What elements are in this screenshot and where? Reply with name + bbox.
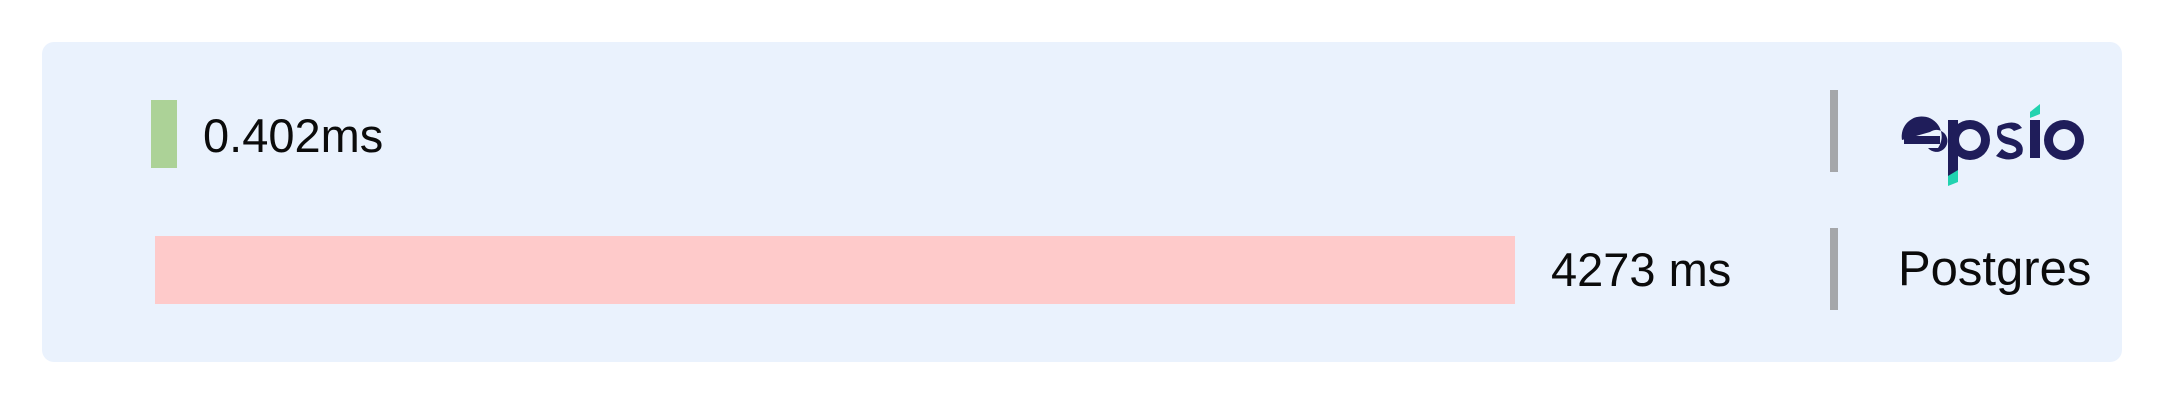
epsio-bar xyxy=(151,100,177,168)
postgres-series-label: Postgres xyxy=(1898,242,2092,296)
epsio-divider xyxy=(1830,90,1838,172)
postgres-bar xyxy=(155,236,1515,304)
epsio-logo xyxy=(1901,104,2084,186)
postgres-divider xyxy=(1830,228,1838,310)
chart-panel: 0.402ms 4273 ms Postgres xyxy=(42,42,2122,362)
postgres-value-label: 4273 ms xyxy=(1551,243,1732,296)
epsio-value-label: 0.402ms xyxy=(203,109,384,162)
